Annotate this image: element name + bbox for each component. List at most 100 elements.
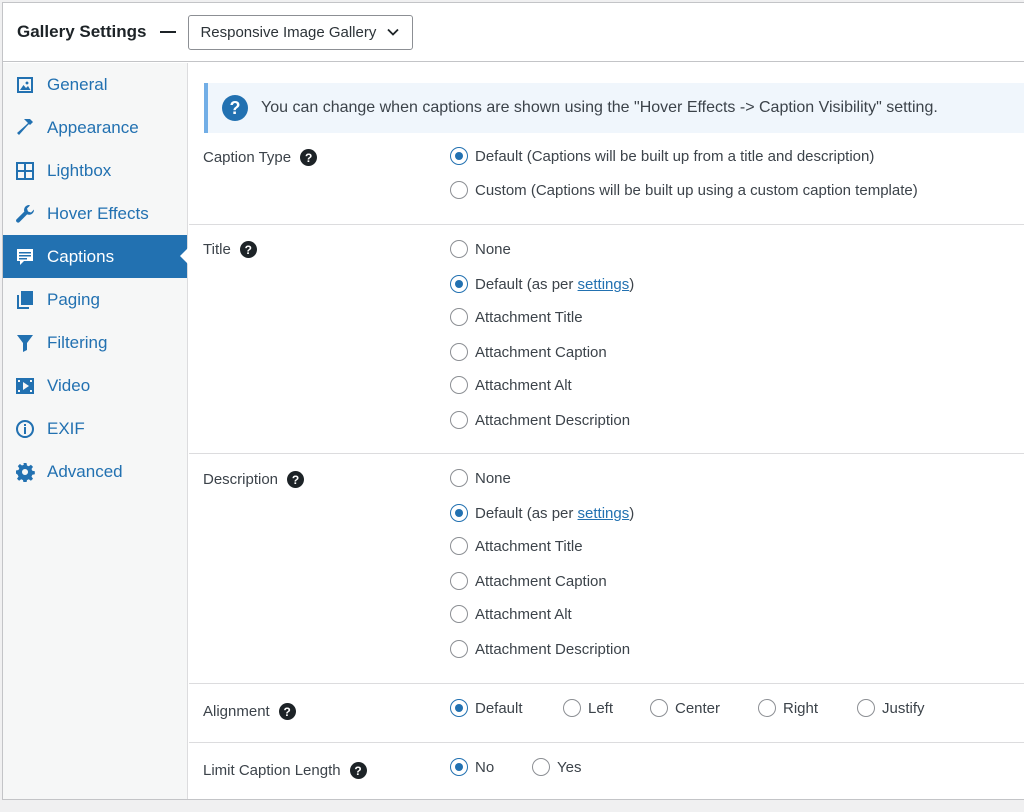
title-label-text: Title — [203, 241, 231, 258]
sidebar-item-video[interactable]: Video — [3, 364, 187, 407]
title-row: Title ? None Default (as per settings) A… — [189, 225, 1024, 454]
sidebar-item-label: Filtering — [47, 332, 108, 352]
title-attachment-description-radio[interactable]: Attachment Description — [450, 411, 630, 429]
caption-type-default-radio[interactable]: Default (Captions will be built up from … — [450, 147, 874, 165]
gallery-select[interactable]: Responsive Image Gallery — [188, 14, 414, 50]
help-icon[interactable]: ? — [287, 471, 305, 488]
sidebar-item-captions[interactable]: Captions — [3, 235, 188, 278]
description-attachment-alt-radio[interactable]: Attachment Alt — [450, 605, 572, 623]
radio-unchecked[interactable] — [450, 605, 468, 623]
panel-title: Gallery Settings — [17, 22, 147, 41]
option-label: Attachment Description — [475, 411, 631, 429]
alignment-label: Alignment ? — [203, 703, 296, 720]
option-label: Yes — [557, 758, 582, 776]
sidebar-item-label: Advanced — [47, 461, 123, 481]
sidebar-item-general[interactable]: General — [3, 63, 187, 106]
sidebar-item-label: Video — [47, 375, 91, 395]
limit-caption-length-yes-radio[interactable]: Yes — [532, 758, 581, 776]
title-separator — [160, 31, 177, 33]
option-label-suffix: ) — [629, 275, 635, 293]
radio-unchecked[interactable] — [450, 240, 468, 258]
sidebar-item-label: Captions — [47, 246, 115, 266]
description-none-radio[interactable]: None — [450, 469, 511, 487]
radio-unchecked[interactable] — [563, 699, 581, 717]
description-label: Description ? — [203, 471, 305, 488]
radio-unchecked[interactable] — [450, 469, 468, 487]
help-icon[interactable]: ? — [278, 703, 296, 720]
help-icon[interactable]: ? — [349, 762, 367, 779]
option-label: Center — [675, 699, 721, 717]
description-default-radio[interactable]: Default (as per settings) — [450, 504, 634, 522]
radio-unchecked[interactable] — [450, 376, 468, 394]
alignment-label-text: Alignment — [203, 703, 270, 720]
caption-type-custom-radio[interactable]: Custom (Captions will be built up using … — [450, 181, 918, 199]
description-attachment-caption-radio[interactable]: Attachment Caption — [450, 572, 607, 590]
radio-checked[interactable] — [450, 275, 468, 293]
radio-unchecked[interactable] — [450, 181, 468, 199]
title-default-radio[interactable]: Default (as per settings) — [450, 275, 634, 293]
caption-type-label: Caption Type ? — [203, 149, 318, 166]
help-icon: ? — [222, 95, 248, 121]
radio-unchecked[interactable] — [650, 699, 668, 717]
description-attachment-title-radio[interactable]: Attachment Title — [450, 537, 583, 555]
sidebar-item-lightbox[interactable]: Lightbox — [3, 149, 187, 192]
title-attachment-caption-radio[interactable]: Attachment Caption — [450, 343, 607, 361]
sidebar-item-label: Appearance — [47, 117, 139, 137]
option-label: Attachment Caption — [475, 343, 607, 361]
settings-link[interactable]: settings — [578, 276, 630, 293]
video-icon — [14, 375, 36, 397]
alignment-justify-radio[interactable]: Justify — [857, 699, 925, 717]
option-label: Left — [588, 699, 614, 717]
radio-unchecked[interactable] — [450, 308, 468, 326]
option-label: Custom (Captions will be built up using … — [475, 181, 918, 199]
radio-checked[interactable] — [450, 758, 468, 776]
radio-unchecked[interactable] — [532, 758, 550, 776]
radio-unchecked[interactable] — [450, 572, 468, 590]
sidebar-item-label: Paging — [47, 289, 100, 309]
settings-content: ? You can change when captions are shown… — [189, 63, 1024, 799]
alignment-center-radio[interactable]: Center — [650, 699, 720, 717]
radio-unchecked[interactable] — [450, 343, 468, 361]
pages-icon — [14, 289, 36, 311]
sidebar-item-filtering[interactable]: Filtering — [3, 321, 187, 364]
help-icon[interactable]: ? — [300, 149, 318, 166]
title-attachment-alt-radio[interactable]: Attachment Alt — [450, 376, 572, 394]
radio-unchecked[interactable] — [450, 411, 468, 429]
radio-checked[interactable] — [450, 504, 468, 522]
radio-unchecked[interactable] — [857, 699, 875, 717]
option-label: Default (Captions will be built up from … — [475, 147, 875, 165]
radio-checked[interactable] — [450, 699, 468, 717]
sidebar-item-exif[interactable]: EXIF — [3, 407, 187, 450]
sidebar-item-advanced[interactable]: Advanced — [3, 450, 187, 493]
option-label: Justify — [882, 699, 925, 717]
wrench-icon — [14, 203, 36, 225]
description-label-text: Description — [203, 471, 279, 488]
alignment-left-radio[interactable]: Left — [563, 699, 613, 717]
sidebar-item-appearance[interactable]: Appearance — [3, 106, 187, 149]
description-attachment-description-radio[interactable]: Attachment Description — [450, 640, 630, 658]
radio-unchecked[interactable] — [450, 640, 468, 658]
option-label: Attachment Description — [475, 640, 631, 658]
limit-caption-length-no-radio[interactable]: No — [450, 758, 494, 776]
option-label: None — [475, 469, 511, 487]
title-none-radio[interactable]: None — [450, 240, 511, 258]
alignment-default-radio[interactable]: Default — [450, 699, 523, 717]
sidebar-item-paging[interactable]: Paging — [3, 278, 187, 321]
gallery-settings-panel: Gallery Settings Responsive Image Galler… — [2, 2, 1024, 800]
settings-link[interactable]: settings — [578, 505, 630, 522]
radio-unchecked[interactable] — [758, 699, 776, 717]
sidebar-item-hover-effects[interactable]: Hover Effects — [3, 192, 187, 235]
info-icon — [14, 418, 36, 440]
gear-icon — [14, 461, 36, 483]
image-icon — [14, 74, 36, 96]
help-icon[interactable]: ? — [239, 241, 257, 258]
option-label: No — [475, 758, 495, 776]
sidebar-item-label: EXIF — [47, 418, 85, 438]
radio-checked[interactable] — [450, 147, 468, 165]
option-label: Attachment Caption — [475, 572, 607, 590]
option-label-suffix: ) — [629, 504, 635, 522]
title-label: Title ? — [203, 241, 257, 258]
alignment-right-radio[interactable]: Right — [758, 699, 818, 717]
radio-unchecked[interactable] — [450, 537, 468, 555]
title-attachment-title-radio[interactable]: Attachment Title — [450, 308, 583, 326]
